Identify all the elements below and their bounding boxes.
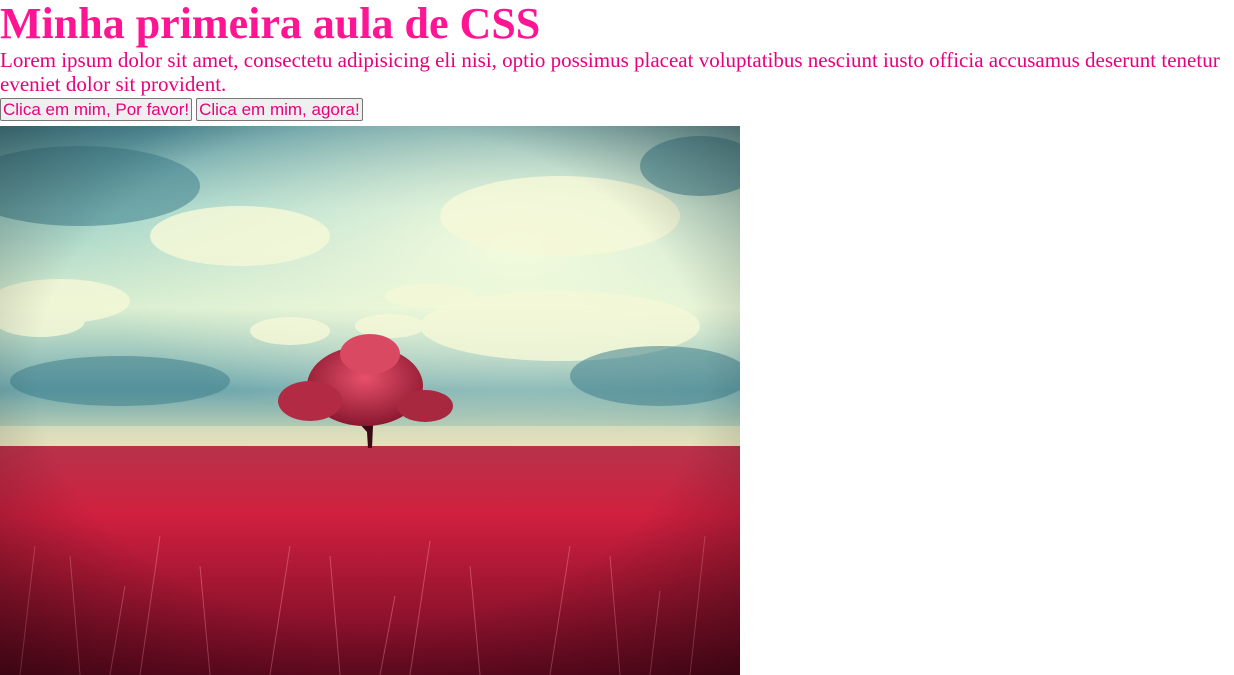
intro-paragraph: Lorem ipsum dolor sit amet, consectetu a… <box>0 48 1220 96</box>
click-me-please-button[interactable]: Clica em mim, Por favor! <box>0 98 193 121</box>
page: Minha primeira aula de CSS Lorem ipsum d… <box>0 0 1234 675</box>
click-me-now-button[interactable]: Clica em mim, agora! <box>196 98 363 121</box>
button-row: Clica em mim, Por favor! Clica em mim, a… <box>0 97 1234 122</box>
landscape-photo <box>0 126 740 675</box>
page-title: Minha primeira aula de CSS <box>0 0 541 48</box>
